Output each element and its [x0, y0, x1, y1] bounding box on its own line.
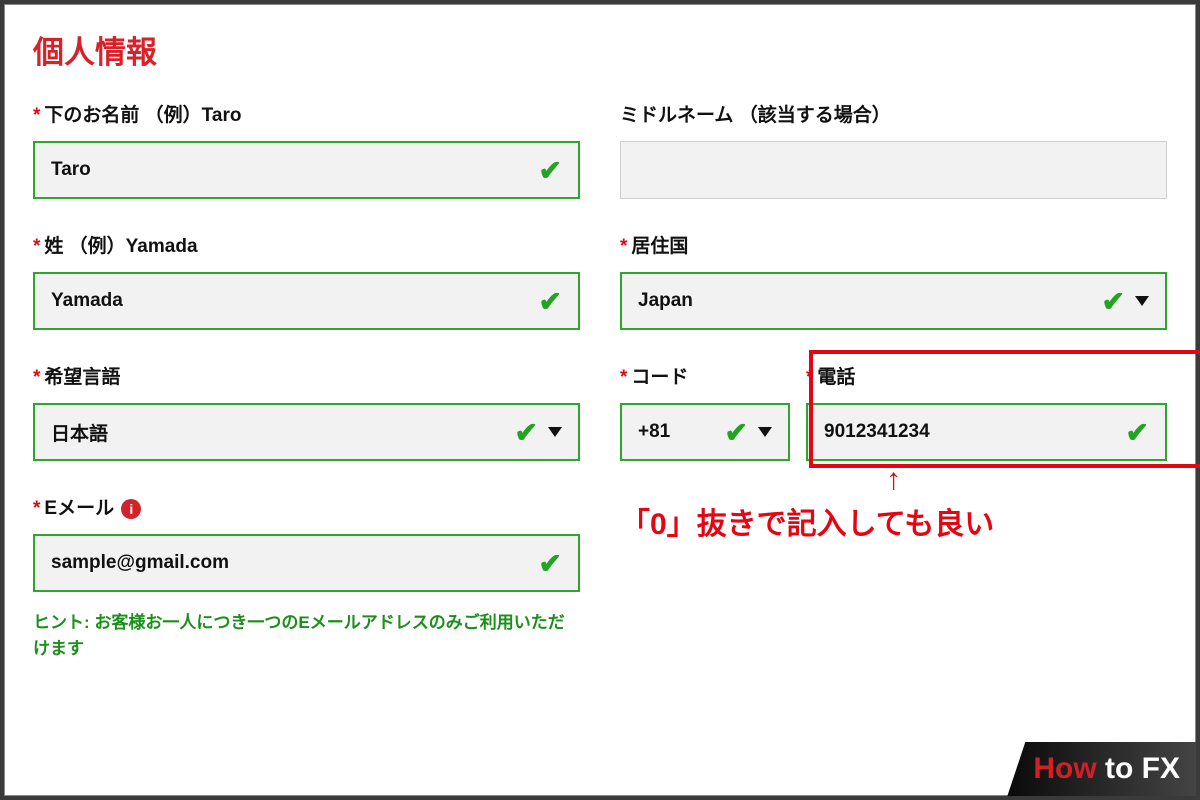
country-select[interactable]: Japan ✔ [620, 272, 1167, 330]
email-input[interactable]: sample@gmail.com ✔ [33, 534, 580, 592]
last-name-group: *姓 （例）Yamada Yamada ✔ [33, 231, 580, 330]
dial-code-label: *コード [620, 362, 790, 389]
middle-name-input[interactable] [620, 141, 1167, 199]
language-select[interactable]: 日本語 ✔ [33, 403, 580, 461]
info-icon[interactable]: i [121, 499, 141, 519]
chevron-down-icon [548, 427, 562, 437]
phone-value: 9012341234 [824, 421, 1126, 443]
chevron-down-icon [1135, 296, 1149, 306]
language-label: *希望言語 [33, 362, 580, 389]
phone-input[interactable]: 9012341234 ✔ [806, 403, 1167, 461]
required-marker: * [33, 105, 40, 126]
logo-how: How [1033, 752, 1096, 785]
first-name-input[interactable]: Taro ✔ [33, 141, 580, 199]
phone-group: *電話 9012341234 ✔ [806, 362, 1167, 461]
email-hint: ヒント: お客様お一人につき一つのEメールアドレスのみご利用いただけます [33, 610, 580, 661]
dial-code-value: +81 [638, 421, 725, 443]
required-marker: * [33, 367, 40, 388]
logo-to: to [1097, 752, 1142, 785]
first-name-label: *下のお名前 （例）Taro [33, 100, 580, 127]
required-marker: * [33, 498, 40, 519]
language-value: 日本語 [51, 419, 515, 446]
chevron-down-icon [758, 427, 772, 437]
required-marker: * [806, 367, 813, 388]
first-name-group: *下のお名前 （例）Taro Taro ✔ [33, 100, 580, 199]
email-label: *Eメール i [33, 493, 580, 520]
last-name-input[interactable]: Yamada ✔ [33, 272, 580, 330]
dial-code-select[interactable]: +81 ✔ [620, 403, 790, 461]
callout-text: 「0」抜きで記入しても良い [620, 499, 1167, 543]
required-marker: * [33, 236, 40, 257]
language-group: *希望言語 日本語 ✔ [33, 362, 580, 461]
country-group: *居住国 Japan ✔ [620, 231, 1167, 330]
middle-name-group: ミドルネーム （該当する場合） [620, 100, 1167, 199]
dial-code-group: *コード +81 ✔ [620, 362, 790, 461]
email-group: *Eメール i sample@gmail.com ✔ ヒント: お客様お一人につ… [33, 493, 580, 661]
brand-logo: How to FX [1007, 742, 1196, 796]
check-icon: ✔ [1126, 416, 1149, 449]
check-icon: ✔ [515, 416, 538, 449]
check-icon: ✔ [539, 547, 562, 580]
logo-fx: FX [1142, 752, 1180, 785]
phone-label: *電話 [806, 362, 1167, 389]
check-icon: ✔ [725, 416, 748, 449]
check-icon: ✔ [539, 154, 562, 187]
country-value: Japan [638, 290, 1102, 312]
country-label: *居住国 [620, 231, 1167, 258]
email-value: sample@gmail.com [51, 552, 539, 574]
callout-arrow-icon: ↑ [620, 463, 1167, 497]
last-name-label: *姓 （例）Yamada [33, 231, 580, 258]
check-icon: ✔ [1102, 285, 1125, 318]
required-marker: * [620, 367, 627, 388]
last-name-value: Yamada [51, 290, 539, 312]
first-name-value: Taro [51, 159, 539, 181]
check-icon: ✔ [539, 285, 562, 318]
section-title: 個人情報 [33, 27, 1167, 72]
required-marker: * [620, 236, 627, 257]
middle-name-label: ミドルネーム （該当する場合） [620, 100, 1167, 127]
